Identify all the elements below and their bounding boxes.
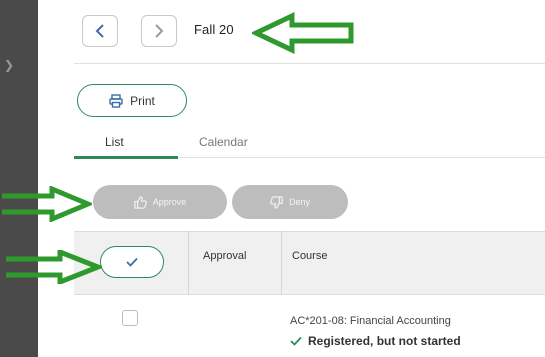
annotation-arrow-select-all xyxy=(6,250,102,284)
printer-icon xyxy=(109,93,123,108)
rail-icon: ❯ xyxy=(4,58,15,72)
select-all-toggle[interactable] xyxy=(100,246,164,278)
print-label: Print xyxy=(130,93,155,108)
next-term-button[interactable] xyxy=(141,15,177,47)
print-button[interactable]: Print xyxy=(77,84,187,117)
column-divider xyxy=(188,231,189,295)
approve-button[interactable]: Approve xyxy=(93,185,227,219)
thumbs-up-icon xyxy=(134,195,147,209)
previous-term-button[interactable] xyxy=(82,15,118,47)
term-title: Fall 20 xyxy=(194,22,234,37)
registration-status-label: Registered, but not started xyxy=(308,334,461,348)
chevron-left-icon xyxy=(95,24,104,38)
active-tab-indicator xyxy=(74,156,178,159)
thumbs-down-icon xyxy=(270,195,283,209)
course-title[interactable]: AC*201-08: Financial Accounting xyxy=(290,315,451,327)
column-divider xyxy=(281,231,282,295)
column-header-approval[interactable]: Approval xyxy=(203,250,246,262)
deny-button[interactable]: Deny xyxy=(232,185,348,219)
checkmark-icon xyxy=(290,336,302,346)
annotation-arrow-actions xyxy=(2,186,92,222)
registration-status: Registered, but not started xyxy=(290,334,461,348)
approve-label: Approve xyxy=(152,197,187,207)
deny-label: Deny xyxy=(288,197,310,207)
tab-list[interactable]: List xyxy=(105,135,124,149)
annotation-arrow-term xyxy=(252,12,354,54)
chevron-right-icon xyxy=(155,24,164,38)
tab-calendar[interactable]: Calendar xyxy=(199,135,248,149)
left-rail: ❯ xyxy=(0,0,38,357)
top-divider xyxy=(74,63,545,64)
row-checkbox[interactable] xyxy=(122,310,138,326)
checkmark-icon xyxy=(126,257,138,267)
column-header-course[interactable]: Course xyxy=(292,250,327,262)
